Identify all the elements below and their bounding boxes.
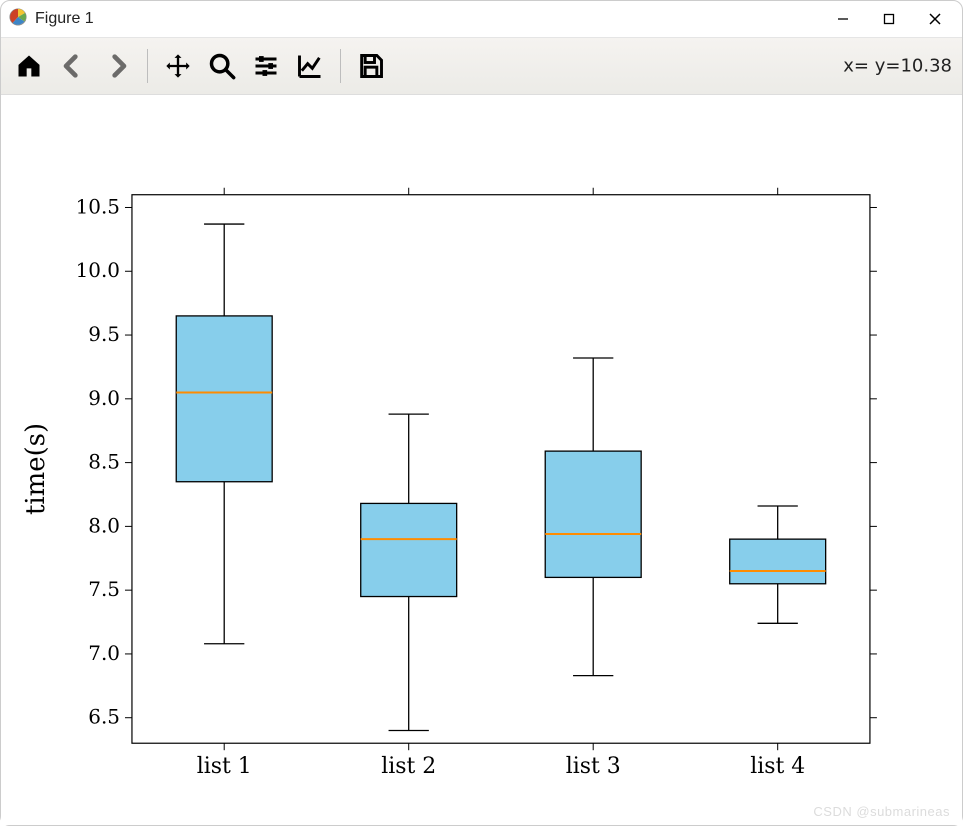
line-chart-icon [296,52,324,80]
svg-text:list 4: list 4 [750,754,805,779]
title-left: Figure 1 [9,8,94,31]
arrow-right-icon [103,52,131,80]
svg-text:6.5: 6.5 [88,705,120,729]
maximize-button[interactable] [866,4,912,34]
boxplot-chart: 6.5 7.0 7.5 8.0 8.5 9.0 9.5 10.0 10.5 time(s) list… [1,95,962,825]
svg-text:list 2: list 2 [381,754,436,779]
edit-axis-button[interactable] [290,46,330,86]
coordinate-readout: x= y=10.38 [843,56,952,77]
configure-subplots-button[interactable] [246,46,286,86]
close-button[interactable] [912,4,958,34]
svg-text:list 1: list 1 [197,754,252,779]
pan-button[interactable] [158,46,198,86]
window-controls [820,4,958,34]
svg-text:7.0: 7.0 [88,641,120,665]
matplotlib-icon [9,8,27,31]
move-icon [164,52,192,80]
save-button[interactable] [351,46,391,86]
svg-text:9.5: 9.5 [88,322,120,346]
svg-text:10.0: 10.0 [76,258,120,282]
svg-text:9.0: 9.0 [88,386,120,410]
watermark: CSDN @submarineas [813,804,950,819]
arrow-left-icon [59,52,87,80]
save-icon [357,52,385,80]
svg-text:10.5: 10.5 [76,194,120,218]
plot-area[interactable]: 6.5 7.0 7.5 8.0 8.5 9.0 9.5 10.0 10.5 time(s) list… [1,95,962,825]
svg-text:list 3: list 3 [566,754,621,779]
svg-text:8.0: 8.0 [88,513,120,537]
zoom-button[interactable] [202,46,242,86]
svg-text:8.5: 8.5 [88,450,120,474]
home-button[interactable] [9,46,49,86]
toolbar-separator [340,49,341,83]
back-button[interactable] [53,46,93,86]
app-window: Figure 1 [0,0,963,826]
window-title: Figure 1 [35,10,94,28]
toolbar-separator [147,49,148,83]
svg-text:time(s): time(s) [21,423,51,515]
toolbar: x= y=10.38 [1,38,962,95]
home-icon [15,52,43,80]
search-icon [208,52,236,80]
minimize-button[interactable] [820,4,866,34]
title-bar: Figure 1 [1,1,962,38]
sliders-icon [252,52,280,80]
svg-text:7.5: 7.5 [88,577,120,601]
forward-button[interactable] [97,46,137,86]
